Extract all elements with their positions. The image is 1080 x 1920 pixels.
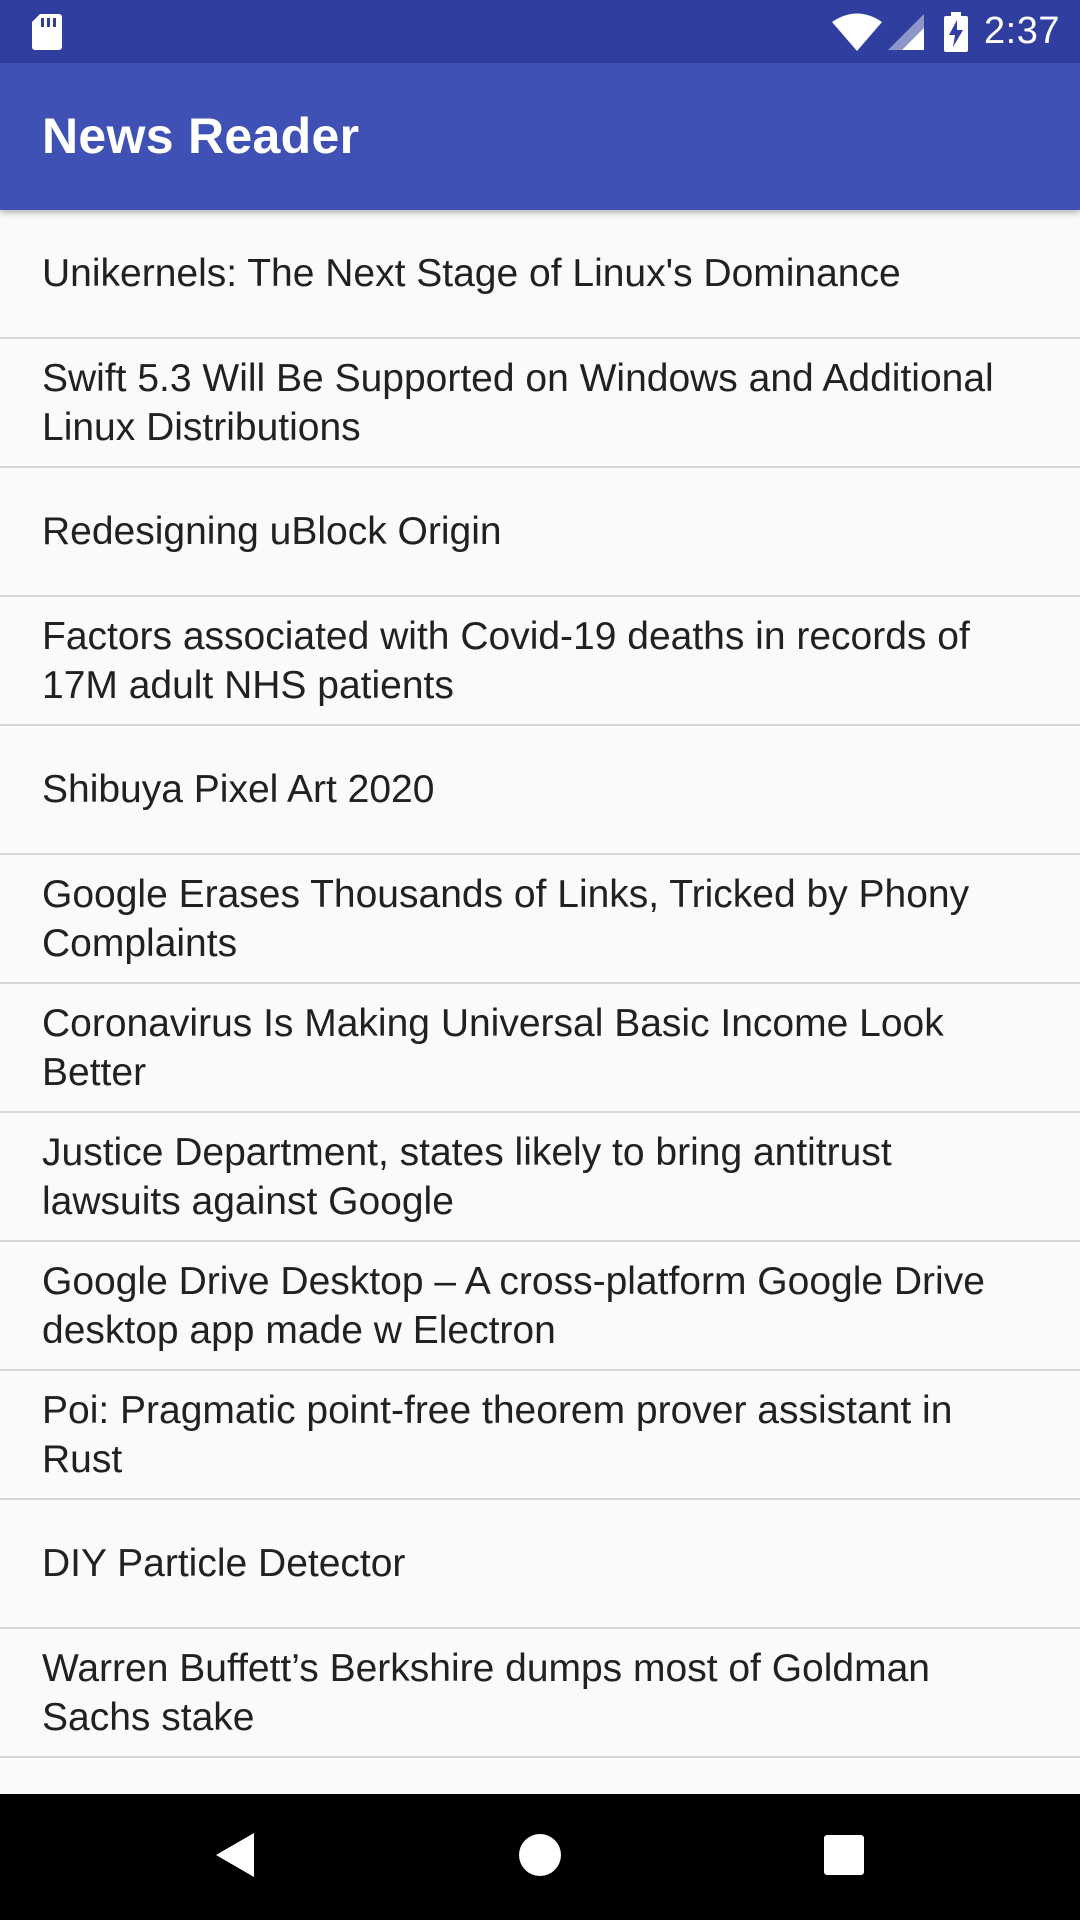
home-button[interactable] (460, 1794, 620, 1920)
news-item[interactable] (0, 1758, 1080, 1794)
news-item[interactable]: Warren Buffett’s Berkshire dumps most of… (0, 1629, 1080, 1758)
home-icon (518, 1833, 562, 1882)
news-item-title: Google Drive Desktop – A cross-platform … (42, 1259, 985, 1352)
sd-card-icon (32, 14, 62, 50)
news-item-title: Warren Buffett’s Berkshire dumps most of… (42, 1646, 930, 1739)
news-item-title: DIY Particle Detector (42, 1542, 406, 1585)
cell-signal-icon (888, 13, 925, 50)
recents-button[interactable] (764, 1794, 924, 1920)
back-icon (214, 1831, 258, 1884)
news-item[interactable]: DIY Particle Detector (0, 1500, 1080, 1629)
news-item[interactable]: Factors associated with Covid-19 deaths … (0, 597, 1080, 726)
battery-charging-icon (944, 11, 969, 52)
status-time: 2:37 (984, 10, 1060, 52)
status-bar: 2:37 (0, 0, 1080, 63)
news-item-title: Redesigning uBlock Origin (42, 510, 502, 553)
app-title: News Reader (42, 108, 360, 164)
navigation-bar (0, 1794, 1080, 1920)
news-item[interactable]: Justice Department, states likely to bri… (0, 1113, 1080, 1242)
news-item[interactable]: Coronavirus Is Making Universal Basic In… (0, 984, 1080, 1113)
news-item-title: Google Erases Thousands of Links, Tricke… (42, 872, 970, 965)
news-list[interactable]: Unikernels: The Next Stage of Linux's Do… (0, 210, 1080, 1794)
news-item-title: Swift 5.3 Will Be Supported on Windows a… (42, 356, 994, 449)
wifi-icon (832, 13, 883, 51)
news-item[interactable]: Google Drive Desktop – A cross-platform … (0, 1242, 1080, 1371)
news-item[interactable]: Unikernels: The Next Stage of Linux's Do… (0, 210, 1080, 339)
news-item-title: Shibuya Pixel Art 2020 (42, 768, 435, 811)
news-item-title: Poi: Pragmatic point-free theorem prover… (42, 1388, 953, 1481)
status-icons: 2:37 (832, 0, 1060, 63)
news-item-title: Factors associated with Covid-19 deaths … (42, 614, 970, 707)
news-item-title: Unikernels: The Next Stage of Linux's Do… (42, 252, 901, 295)
news-item[interactable]: Google Erases Thousands of Links, Tricke… (0, 855, 1080, 984)
news-item-title: Justice Department, states likely to bri… (42, 1130, 892, 1223)
news-item[interactable]: Redesigning uBlock Origin (0, 468, 1080, 597)
news-item[interactable]: Swift 5.3 Will Be Supported on Windows a… (0, 339, 1080, 468)
news-item-title: Coronavirus Is Making Universal Basic In… (42, 1001, 944, 1094)
app-bar: News Reader (0, 63, 1080, 210)
back-button[interactable] (156, 1794, 316, 1920)
news-item[interactable]: Shibuya Pixel Art 2020 (0, 726, 1080, 855)
news-item[interactable]: Poi: Pragmatic point-free theorem prover… (0, 1371, 1080, 1500)
recents-icon (824, 1834, 864, 1880)
